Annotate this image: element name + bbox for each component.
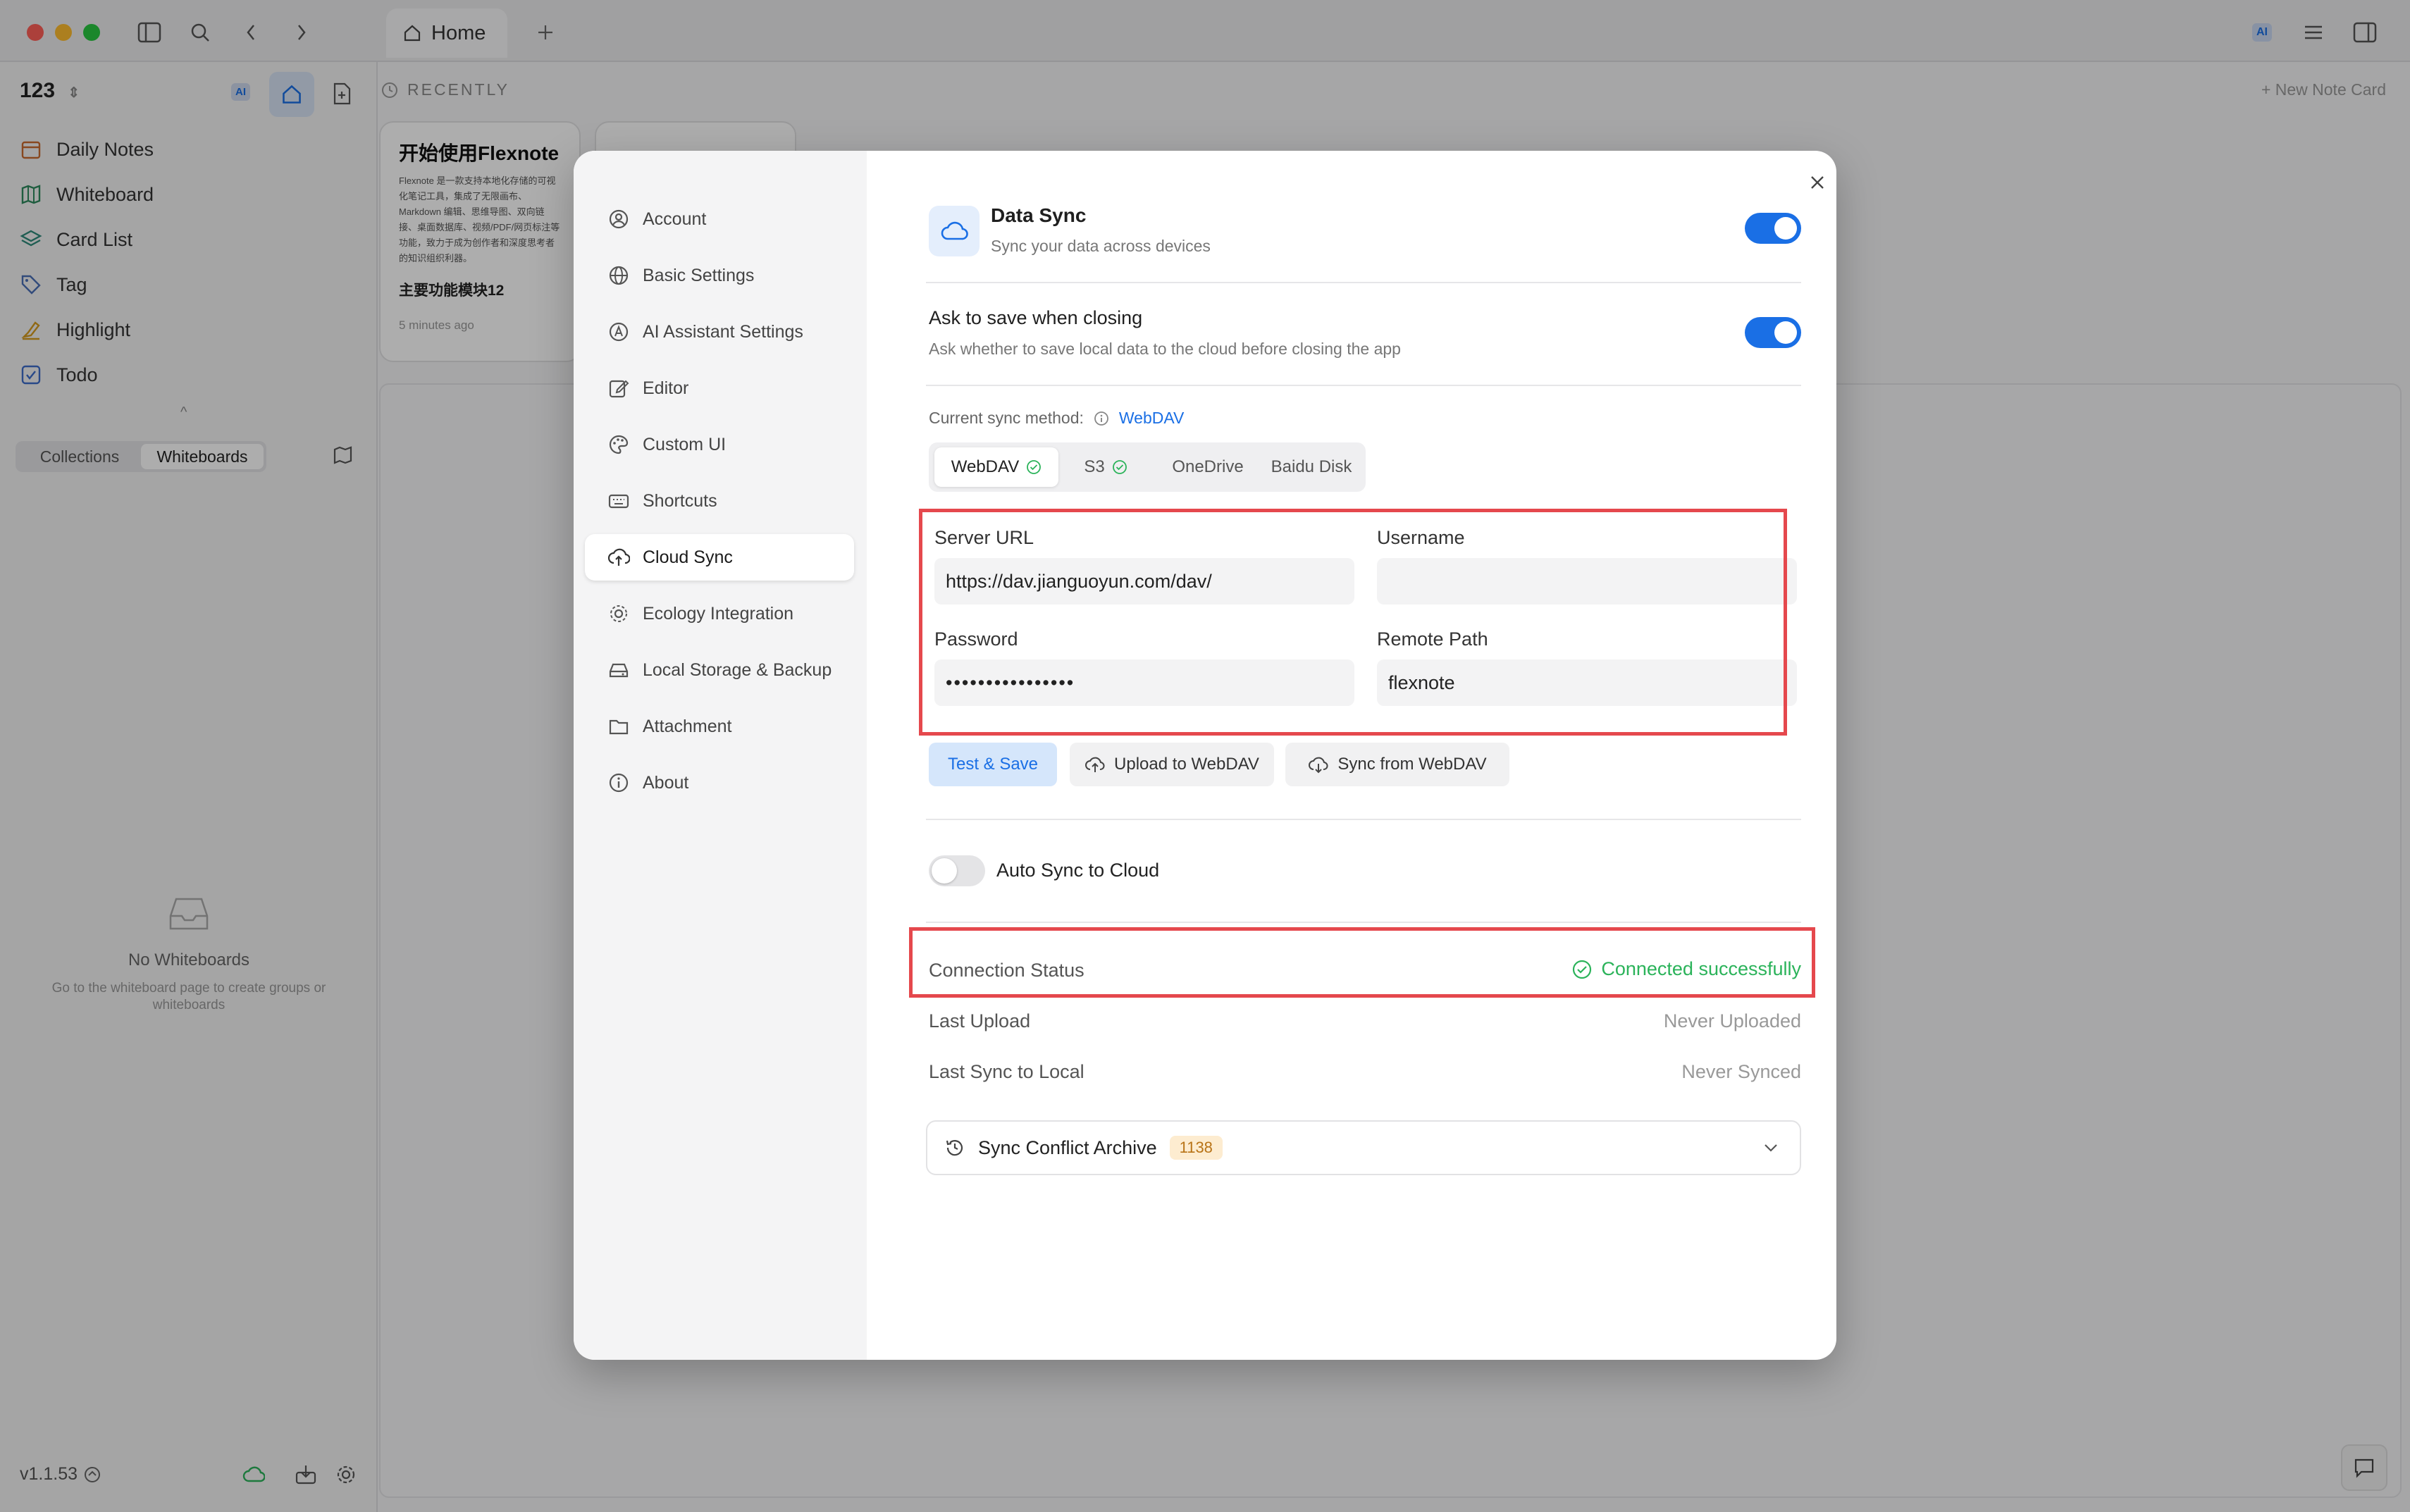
settings-dialog: Account Basic Settings AI Assistant Sett…: [574, 151, 1836, 1360]
tab-baidu-disk[interactable]: Baidu Disk: [1260, 447, 1363, 487]
cloud-icon: [929, 206, 980, 256]
data-sync-subtitle: Sync your data across devices: [991, 237, 1211, 255]
check-circle-icon: [1027, 460, 1042, 474]
data-sync-title: Data Sync: [991, 204, 1087, 226]
auto-sync-label: Auto Sync to Cloud: [996, 860, 1160, 881]
settings-nav-ecology[interactable]: Ecology Integration: [585, 590, 854, 637]
last-sync-value: Never Synced: [1681, 1061, 1801, 1082]
settings-nav: Account Basic Settings AI Assistant Sett…: [574, 151, 867, 1360]
highlight-box: [919, 509, 1787, 736]
settings-nav-label: Ecology Integration: [643, 603, 794, 624]
sync-method-tabs: WebDAV S3 OneDrive Baidu Disk: [929, 442, 1366, 492]
settings-nav-about[interactable]: About: [585, 760, 854, 806]
globe-icon: [609, 266, 629, 285]
tab-label: Baidu Disk: [1271, 457, 1352, 476]
keyboard-icon: [608, 494, 629, 509]
sync-from-webdav-button[interactable]: Sync from WebDAV: [1285, 743, 1509, 786]
data-sync-toggle[interactable]: [1745, 213, 1801, 244]
ask-save-subtitle: Ask whether to save local data to the cl…: [929, 340, 1401, 358]
auto-sync-toggle[interactable]: [929, 855, 985, 886]
ask-save-title: Ask to save when closing: [929, 307, 1143, 328]
ask-save-toggle[interactable]: [1745, 317, 1801, 348]
sync-from-label: Sync from WebDAV: [1337, 755, 1487, 774]
settings-nav-shortcuts[interactable]: Shortcuts: [585, 478, 854, 524]
settings-nav-basic[interactable]: Basic Settings: [585, 252, 854, 299]
settings-nav-label: About: [643, 772, 689, 793]
upload-label: Upload to WebDAV: [1114, 755, 1259, 774]
upload-webdav-button[interactable]: Upload to WebDAV: [1070, 743, 1274, 786]
chevron-down-icon: [1765, 1144, 1777, 1152]
sync-conflict-archive[interactable]: Sync Conflict Archive 1138: [926, 1120, 1801, 1175]
folder-icon: [609, 719, 629, 735]
settings-nav-ai[interactable]: AI Assistant Settings: [585, 309, 854, 355]
sync-method-value: WebDAV: [1118, 409, 1185, 427]
cloud-upload-icon: [607, 548, 630, 566]
last-upload-label: Last Upload: [929, 1010, 1031, 1031]
check-circle-icon: [1112, 460, 1127, 474]
user-circle-icon: [609, 209, 629, 229]
archive-label: Sync Conflict Archive: [978, 1136, 1157, 1158]
settings-nav-label: Editor: [643, 378, 689, 398]
cloud-download-icon: [1309, 757, 1328, 774]
tab-webdav[interactable]: WebDAV: [934, 447, 1058, 487]
divider: [926, 922, 1801, 923]
drive-icon: [609, 663, 629, 678]
sync-method-label: Current sync method:: [929, 409, 1084, 427]
edit-icon: [609, 380, 629, 398]
info-icon: [609, 773, 629, 793]
close-icon: [1811, 176, 1824, 189]
tab-s3[interactable]: S3: [1067, 447, 1144, 487]
tab-label: S3: [1084, 457, 1105, 476]
divider: [926, 282, 1801, 283]
settings-nav-custom-ui[interactable]: Custom UI: [585, 421, 854, 468]
settings-nav-cloud-sync[interactable]: Cloud Sync: [585, 534, 854, 581]
cloud-upload-icon: [1085, 757, 1105, 772]
settings-nav-label: AI Assistant Settings: [643, 321, 803, 342]
integration-icon: [610, 605, 627, 622]
settings-nav-local-storage[interactable]: Local Storage & Backup: [585, 647, 854, 693]
last-sync-label: Last Sync to Local: [929, 1061, 1084, 1082]
ai-icon: [609, 322, 629, 342]
settings-nav-attachment[interactable]: Attachment: [585, 703, 854, 750]
divider: [926, 819, 1801, 820]
settings-nav-label: Shortcuts: [643, 490, 717, 511]
settings-nav-label: Custom UI: [643, 434, 727, 454]
tab-label: WebDAV: [951, 457, 1020, 476]
last-upload-value: Never Uploaded: [1663, 1010, 1801, 1031]
history-icon: [946, 1140, 963, 1156]
palette-icon: [609, 435, 629, 454]
settings-nav-editor[interactable]: Editor: [585, 365, 854, 411]
tab-label: OneDrive: [1172, 457, 1244, 476]
settings-nav-label: Account: [643, 209, 707, 229]
close-dialog-button[interactable]: [1800, 165, 1835, 200]
test-save-button[interactable]: Test & Save: [929, 743, 1057, 786]
highlight-box: [909, 927, 1815, 998]
settings-nav-label: Local Storage & Backup: [643, 659, 832, 680]
archive-count-badge: 1138: [1169, 1136, 1223, 1160]
sync-method-row: Current sync method: WebDAV: [929, 409, 1184, 428]
divider: [926, 385, 1801, 386]
settings-nav-account[interactable]: Account: [585, 196, 854, 242]
settings-nav-label: Basic Settings: [643, 265, 755, 285]
settings-nav-label: Attachment: [643, 716, 732, 736]
info-icon[interactable]: [1094, 411, 1109, 426]
settings-nav-label: Cloud Sync: [643, 547, 733, 567]
tab-onedrive[interactable]: OneDrive: [1158, 447, 1257, 487]
